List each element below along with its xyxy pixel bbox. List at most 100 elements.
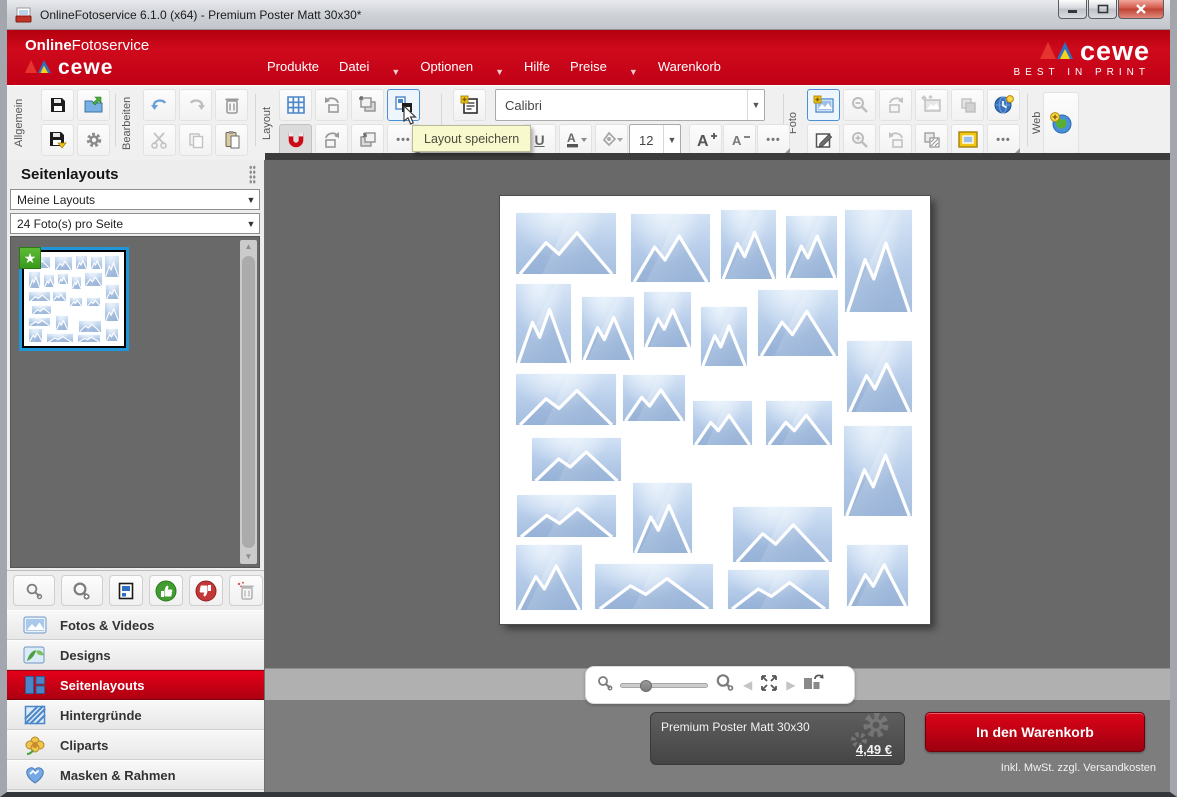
- add-photo-button[interactable]: [807, 89, 840, 121]
- send-backward-button[interactable]: [351, 89, 384, 121]
- photo-placeholder[interactable]: [844, 209, 913, 313]
- photo-placeholder[interactable]: [757, 289, 839, 357]
- photo-duplicate-button[interactable]: [951, 89, 984, 121]
- grid-button[interactable]: [279, 89, 312, 121]
- bring-forward-button[interactable]: [351, 124, 384, 156]
- save-button[interactable]: [41, 89, 74, 121]
- photo-placeholder[interactable]: [727, 569, 830, 610]
- layout-thumbnail-selected[interactable]: ★: [19, 247, 129, 351]
- photo-placeholder[interactable]: [515, 544, 583, 611]
- photo-placeholder[interactable]: [581, 296, 635, 361]
- menu-warenkorb[interactable]: Warenkorb: [648, 56, 731, 77]
- photo-placeholder[interactable]: [630, 213, 711, 283]
- text-more-button[interactable]: •••: [757, 124, 790, 156]
- layout-source-select[interactable]: Meine Layouts ▼: [10, 189, 260, 210]
- photo-placeholder[interactable]: [843, 425, 913, 517]
- redo-button[interactable]: [179, 89, 212, 121]
- rate-down-button[interactable]: [189, 575, 223, 606]
- editor-canvas[interactable]: [265, 160, 1170, 668]
- photos-per-page-select[interactable]: 24 Foto(s) pro Seite ▼: [10, 213, 260, 234]
- photo-placeholder[interactable]: [515, 373, 617, 426]
- increase-font-button[interactable]: A: [689, 124, 722, 156]
- sidebar-item-layout[interactable]: Seitenlayouts: [7, 670, 264, 700]
- scrollbar-thumb[interactable]: [242, 256, 255, 548]
- add-to-cart-button[interactable]: In den Warenkorb: [925, 712, 1145, 752]
- photo-placeholder[interactable]: [515, 283, 572, 364]
- photo-zoom-out-button[interactable]: [843, 89, 876, 121]
- photo-edit-button[interactable]: [807, 124, 840, 156]
- photo-datetime-button[interactable]: [987, 89, 1020, 121]
- photo-placeholder[interactable]: [643, 291, 692, 348]
- menu-hilfe[interactable]: Hilfe: [514, 56, 560, 77]
- photo-placeholder[interactable]: [594, 563, 714, 610]
- fill-color-button[interactable]: [595, 124, 628, 156]
- layout-details-button[interactable]: [109, 575, 143, 606]
- open-button[interactable]: [77, 89, 110, 121]
- previous-page-icon[interactable]: ◀: [743, 678, 752, 692]
- sidebar-item-mask[interactable]: Masken & Rahmen: [7, 760, 264, 790]
- zoom-out-icon[interactable]: [596, 675, 613, 696]
- close-button[interactable]: [1118, 0, 1164, 19]
- chevron-down-icon[interactable]: ▼: [663, 125, 680, 155]
- delete-layout-button[interactable]: [229, 575, 263, 606]
- cut-button[interactable]: [143, 124, 176, 156]
- photo-placeholder[interactable]: [531, 437, 622, 482]
- photo-placeholder[interactable]: [516, 494, 617, 538]
- scroll-down-icon[interactable]: ▼: [240, 550, 257, 564]
- sidebar-item-photo[interactable]: Fotos & Videos: [7, 610, 264, 640]
- zoom-slider[interactable]: [620, 683, 708, 688]
- sidebar-item-clipart[interactable]: Cliparts: [7, 730, 264, 760]
- web-upload-button[interactable]: [1043, 92, 1079, 154]
- copy-button[interactable]: [179, 124, 212, 156]
- zoom-in-icon[interactable]: [715, 673, 736, 697]
- menu-dropdown-icon[interactable]: ▼: [391, 67, 400, 77]
- rotate-left-button[interactable]: [315, 89, 348, 121]
- photo-placeholder[interactable]: [765, 400, 833, 446]
- menu-optionen[interactable]: Optionen▼: [410, 56, 514, 77]
- photo-rotate-left-button[interactable]: [879, 124, 912, 156]
- thumbnails-smaller-button[interactable]: [13, 575, 55, 606]
- rotate-page-icon[interactable]: [802, 673, 824, 697]
- photo-rotate-right-button[interactable]: [879, 89, 912, 121]
- delete-button[interactable]: [215, 89, 248, 121]
- chevron-down-icon[interactable]: ▼: [243, 190, 259, 209]
- thumbnails-scrollbar[interactable]: ▲ ▼: [240, 240, 257, 564]
- rotate-right-button[interactable]: [315, 124, 348, 156]
- chevron-down-icon[interactable]: ▼: [747, 90, 764, 120]
- photo-placeholder[interactable]: [846, 340, 913, 413]
- undo-button[interactable]: [143, 89, 176, 121]
- photo-frame-button[interactable]: [951, 124, 984, 156]
- poster-page[interactable]: [500, 196, 930, 624]
- menu-produkte[interactable]: Produkte: [257, 56, 329, 77]
- photo-placeholder[interactable]: [732, 506, 833, 563]
- settings-button[interactable]: [77, 124, 110, 156]
- chevron-down-icon[interactable]: ▼: [243, 214, 259, 233]
- rate-up-button[interactable]: [149, 575, 183, 606]
- font-size-select[interactable]: 12 ▼: [629, 124, 681, 156]
- snap-magnet-button[interactable]: [279, 124, 312, 156]
- photo-placeholder[interactable]: [622, 374, 686, 422]
- next-page-icon[interactable]: ▶: [786, 678, 795, 692]
- add-text-button[interactable]: [453, 89, 486, 121]
- photo-zoom-in-button[interactable]: [843, 124, 876, 156]
- menu-preise[interactable]: Preise▼: [560, 56, 648, 77]
- photo-fill-pattern-button[interactable]: [915, 124, 948, 156]
- photo-placeholder[interactable]: [632, 482, 693, 554]
- photo-placeholder[interactable]: [846, 544, 909, 607]
- photo-more-button[interactable]: •••: [987, 124, 1020, 156]
- menu-dropdown-icon[interactable]: ▼: [495, 67, 504, 77]
- thumbnails-larger-button[interactable]: [61, 575, 103, 606]
- photo-placeholder[interactable]: [515, 212, 617, 275]
- maximize-button[interactable]: [1088, 0, 1117, 19]
- photo-placeholder[interactable]: [700, 306, 748, 367]
- scroll-up-icon[interactable]: ▲: [240, 240, 257, 254]
- font-color-button[interactable]: A: [559, 124, 592, 156]
- menu-dropdown-icon[interactable]: ▼: [629, 67, 638, 77]
- product-price[interactable]: 4,49 €: [856, 742, 892, 757]
- menu-datei[interactable]: Datei▼: [329, 56, 410, 77]
- photo-placeholder[interactable]: [692, 400, 753, 446]
- zoom-slider-thumb[interactable]: [640, 680, 652, 692]
- panel-grip-handle[interactable]: [249, 165, 256, 184]
- font-family-select[interactable]: Calibri ▼: [495, 89, 765, 121]
- minimize-button[interactable]: [1058, 0, 1087, 19]
